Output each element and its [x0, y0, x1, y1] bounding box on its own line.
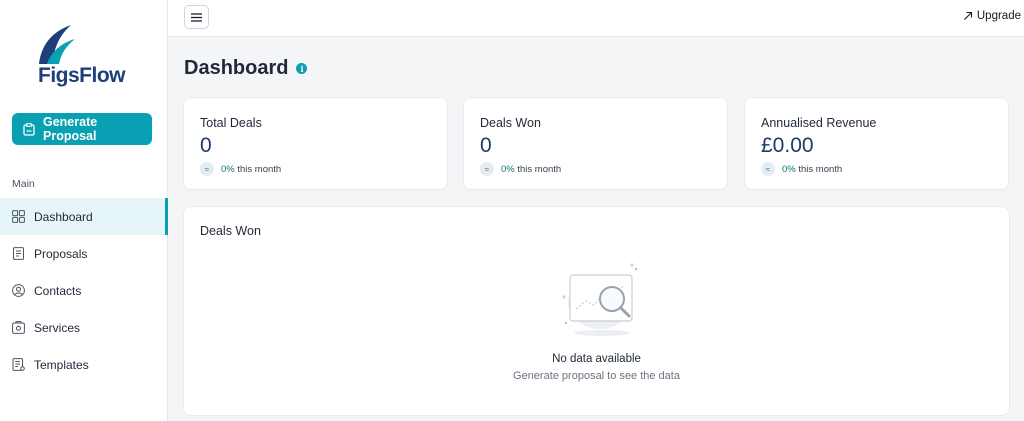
stat-trend: ≈ 0% this month [200, 162, 281, 176]
stat-value: 0 [200, 134, 212, 157]
upgrade-link[interactable]: Upgrade [963, 10, 1021, 22]
stat-value: 0 [480, 134, 492, 157]
upgrade-label: Upgrade [976, 10, 1021, 22]
empty-state-subtitle: Generate proposal to see the data [513, 370, 680, 382]
sidebar-item-label: Templates [34, 357, 89, 372]
sidebar-item-contacts[interactable]: Contacts [0, 272, 168, 309]
grid-icon [12, 210, 25, 223]
page-title: Dashboard i [184, 57, 308, 80]
trend-neutral-icon: ≈ [761, 162, 775, 176]
arrow-up-right-icon [963, 11, 972, 20]
stat-title: Total Deals [200, 116, 262, 130]
sidebar: FigsFlow Generate Proposal Main Dashboar… [0, 0, 168, 421]
sidebar-item-label: Dashboard [34, 209, 93, 224]
stat-card-deals-won: Deals Won 0 ≈ 0% this month [463, 97, 728, 190]
stat-trend: ≈ 0% this month [480, 162, 561, 176]
logo-text: FigsFlow [38, 64, 126, 87]
template-icon [12, 358, 25, 371]
sidebar-nav: Dashboard Proposals Contacts Services Te… [0, 198, 168, 383]
chart-title: Deals Won [200, 224, 261, 238]
hamburger-icon [191, 12, 202, 22]
trend-percent: 0% [501, 163, 515, 175]
empty-chart-illustration-icon [562, 263, 638, 336]
sidebar-item-services[interactable]: Services [0, 309, 168, 346]
sidebar-item-label: Proposals [34, 246, 88, 261]
services-icon [12, 321, 25, 334]
trend-percent: 0% [782, 163, 796, 175]
document-icon [13, 247, 24, 260]
sidebar-item-proposals[interactable]: Proposals [0, 235, 168, 272]
trend-text: this month [237, 163, 282, 175]
logo-mark-icon [39, 25, 75, 64]
trend-neutral-icon: ≈ [480, 162, 494, 176]
nav-section-label: Main [12, 178, 35, 190]
sidebar-item-dashboard[interactable]: Dashboard [0, 198, 168, 235]
info-icon[interactable]: i [296, 63, 308, 74]
figsflow-logo[interactable]: FigsFlow [33, 24, 133, 87]
stat-trend: ≈ 0% this month [761, 162, 842, 176]
deals-won-chart-card: Deals Won No data available Generate pro… [183, 206, 1010, 416]
empty-state-title: No data available [552, 353, 641, 365]
page-title-text: Dashboard [184, 57, 289, 79]
stat-card-annualised-revenue: Annualised Revenue £0.00 ≈ 0% this month [744, 97, 1009, 190]
trend-text: this month [517, 163, 562, 175]
trend-percent: 0% [221, 163, 235, 175]
sidebar-item-templates[interactable]: Templates [0, 346, 168, 383]
clipboard-icon [23, 122, 35, 136]
menu-toggle-button[interactable] [184, 5, 209, 29]
trend-text: this month [798, 163, 843, 175]
topbar: Upgrade [168, 0, 1024, 37]
user-circle-icon [12, 284, 25, 297]
trend-neutral-icon: ≈ [200, 162, 214, 176]
sidebar-item-label: Contacts [34, 283, 82, 298]
stat-title: Annualised Revenue [761, 116, 877, 130]
stat-title: Deals Won [480, 116, 541, 130]
generate-proposal-label: Generate Proposal [43, 115, 98, 143]
stat-card-total-deals: Total Deals 0 ≈ 0% this month [183, 97, 448, 190]
sidebar-item-label: Services [34, 320, 81, 335]
stat-value: £0.00 [761, 134, 814, 157]
generate-proposal-button[interactable]: Generate Proposal [12, 113, 152, 145]
